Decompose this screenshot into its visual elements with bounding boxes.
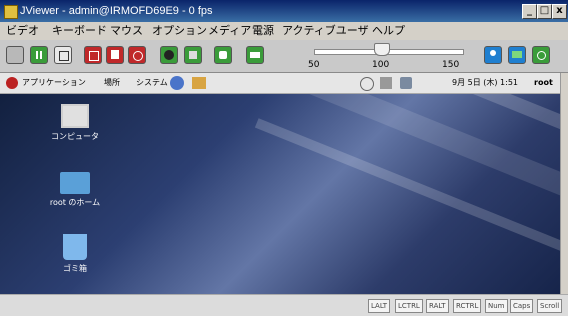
home-folder-icon [60,172,90,194]
media-drive-button[interactable] [160,46,178,64]
menu-options[interactable]: オプション [152,22,207,40]
panel-applications[interactable]: アプリケーション [22,73,86,93]
disk-icon [164,50,174,60]
stop-icon [89,51,99,61]
key-caps[interactable]: Caps [510,299,534,313]
update-icon[interactable] [360,77,374,91]
power-icon [537,51,546,60]
fullscreen-icon [59,51,69,61]
toolbar [0,40,568,73]
title-bar: JViewer - admin@IRMOFD69E9 - 0 fps _ □ x [0,0,568,22]
desktop-icon-label: コンピュータ [51,132,99,141]
keyboard-icon [250,52,260,58]
panel-datetime[interactable]: 9月 5日 (木) 1:51 [452,73,518,93]
power-button[interactable] [532,46,550,64]
desktop-icon-home[interactable]: root のホーム [40,172,110,208]
volume-icon[interactable] [400,77,412,89]
vertical-scrollbar[interactable] [560,73,568,294]
user-icon [490,50,496,56]
slider-label-mid: 100 [372,60,390,70]
panel-places[interactable]: 場所 [104,73,120,93]
stop-button[interactable] [84,46,102,64]
browser-icon[interactable] [170,76,184,90]
usb-icon [219,51,227,59]
slider-label-min: 50 [308,60,320,70]
key-lalt[interactable]: LALT [368,299,391,313]
menu-keyboard[interactable]: キーボード [52,22,107,40]
usb-button[interactable] [214,46,232,64]
remote-desktop[interactable]: コンピュータ root のホーム ゴミ箱 [0,94,560,294]
minimize-button[interactable]: _ [522,4,537,19]
record-button[interactable] [128,46,146,64]
maximize-button[interactable]: □ [537,4,552,19]
menu-bar: ビデオ キーボード マウス オプション メディア 電源 アクティブユーザ ヘルプ [0,22,568,40]
slider-label-max: 150 [442,60,460,70]
key-scroll[interactable]: Scroll [537,299,563,313]
menu-media[interactable]: メディア [208,22,251,40]
zoom-slider-thumb[interactable] [374,43,390,56]
menu-mouse[interactable]: マウス [110,22,143,40]
floppy-icon [189,51,197,59]
remote-top-panel: アプリケーション 場所 システム 9月 5日 (木) 1:51 root [0,73,560,94]
monitor-icon [512,51,522,58]
floppy-button[interactable] [184,46,202,64]
pause-icon [36,51,38,59]
trash-icon [63,234,87,260]
desktop-icon-label: ゴミ箱 [63,264,87,273]
record-icon [133,51,143,61]
play-button[interactable] [6,46,24,64]
key-rctrl[interactable]: RCTRL [453,299,482,313]
desktop-icon-label: root のホーム [49,198,101,207]
pause-button[interactable] [30,46,48,64]
save-button[interactable] [106,46,124,64]
menu-power[interactable]: 電源 [252,22,274,40]
menu-video[interactable]: ビデオ [6,22,39,40]
save-icon [111,50,119,59]
status-bar: LALT LCTRL RALT RCTRL Num Caps Scroll [0,294,568,316]
wallpaper-streak [254,118,560,294]
desktop-icon-trash[interactable]: ゴミ箱 [40,234,110,274]
mail-icon[interactable] [192,77,206,89]
app-icon [4,5,18,19]
user-button[interactable] [484,46,502,64]
wallpaper-streak [213,94,560,236]
keyboard-button[interactable] [246,46,264,64]
key-lctrl[interactable]: LCTRL [395,299,423,313]
monitor-button[interactable] [508,46,526,64]
panel-system[interactable]: システム [136,73,168,93]
network-icon[interactable] [380,77,392,89]
key-ralt[interactable]: RALT [426,299,449,313]
window-title: JViewer - admin@IRMOFD69E9 - 0 fps [20,5,213,17]
desktop-icon-computer[interactable]: コンピュータ [40,104,110,142]
gnome-foot-icon[interactable] [6,77,18,89]
computer-icon [61,104,89,128]
close-button[interactable]: x [552,4,567,19]
menu-help[interactable]: ヘルプ [372,22,405,40]
menu-active-users[interactable]: アクティブユーザ [282,22,369,40]
fullscreen-button[interactable] [54,46,72,64]
panel-user: root [534,78,553,87]
key-num[interactable]: Num [485,299,508,313]
